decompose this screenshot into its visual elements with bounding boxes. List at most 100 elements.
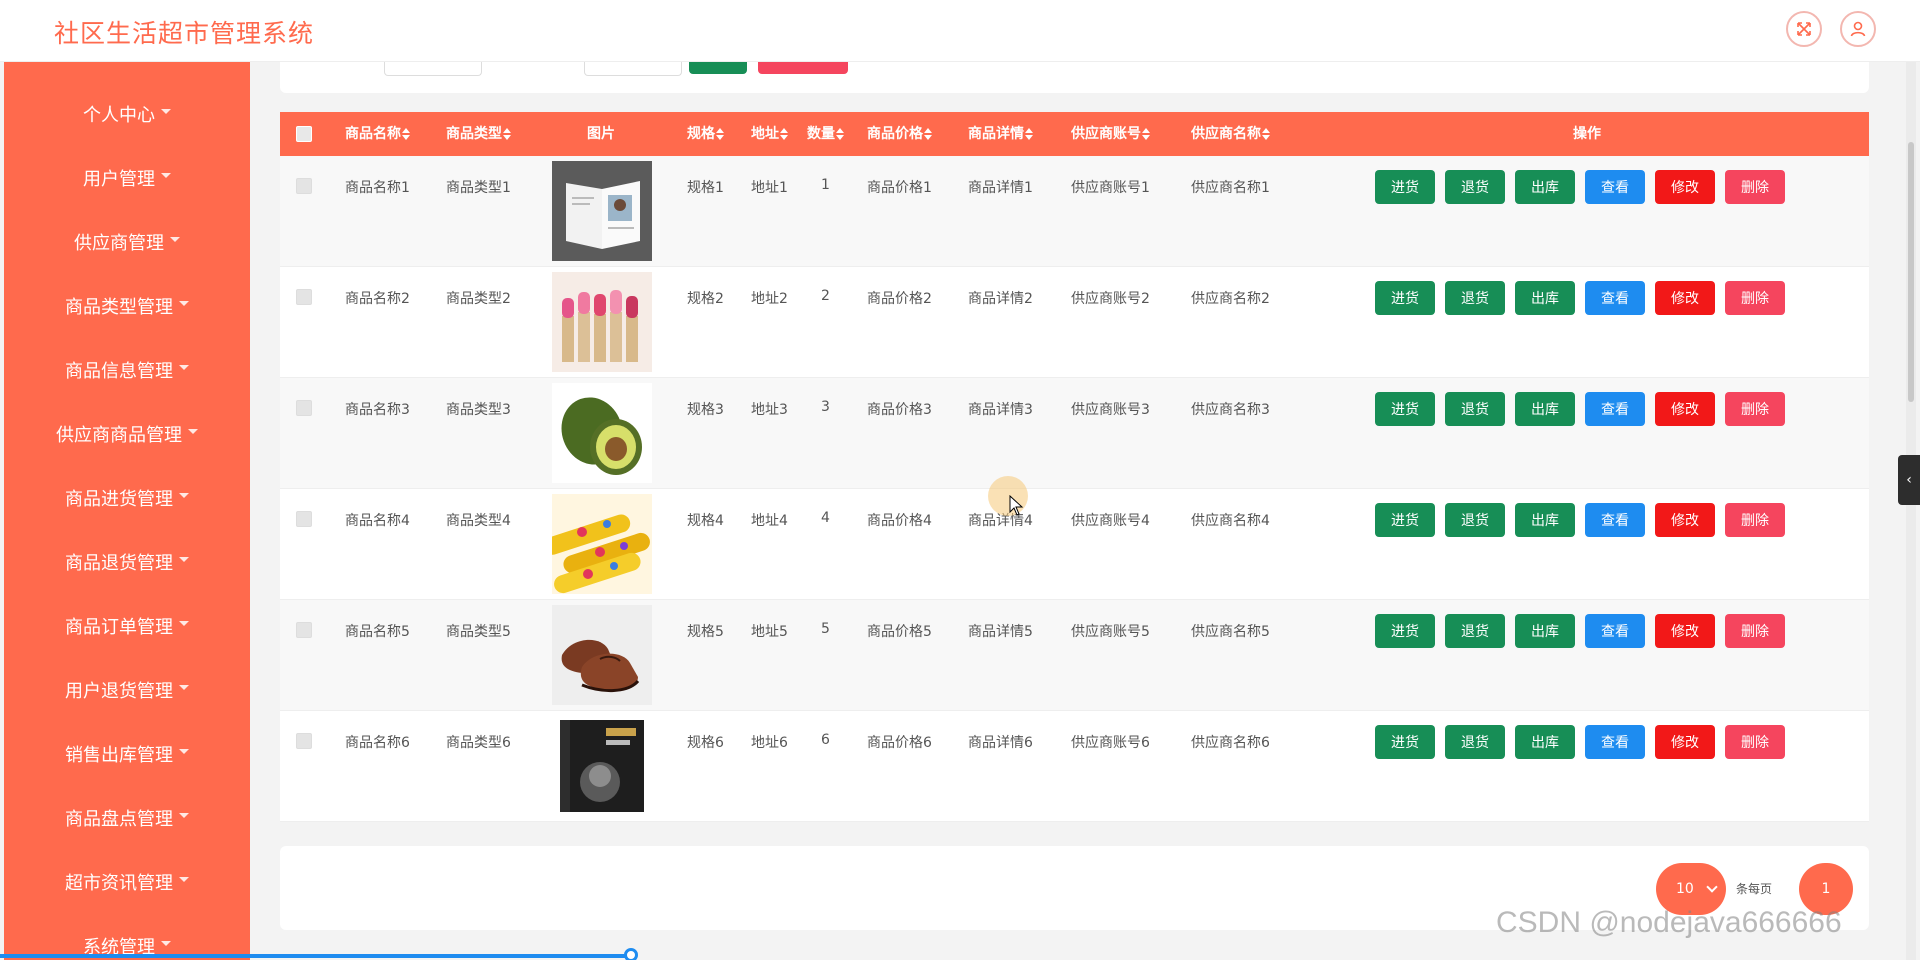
sidebar-item-purchases[interactable]: 商品进货管理 bbox=[4, 478, 250, 518]
row-checkbox[interactable] bbox=[296, 400, 312, 416]
row-checkbox[interactable] bbox=[296, 178, 312, 194]
return-button[interactable]: 退货 bbox=[1445, 392, 1505, 426]
chevron-left-icon: ‹ bbox=[1906, 472, 1912, 488]
purchase-button[interactable]: 进货 bbox=[1375, 392, 1435, 426]
sidebar-item-product-info[interactable]: 商品信息管理 bbox=[4, 350, 250, 390]
outbound-button[interactable]: 出库 bbox=[1515, 503, 1575, 537]
return-button[interactable]: 退货 bbox=[1445, 725, 1505, 759]
select-all-checkbox[interactable] bbox=[296, 126, 312, 142]
view-button[interactable]: 查看 bbox=[1585, 392, 1645, 426]
view-button[interactable]: 查看 bbox=[1585, 614, 1645, 648]
cell-spec: 规格2 bbox=[687, 291, 724, 307]
product-table: 商品名称 商品类型 图片 规格 地址 数量 商品价格 商品详情 供应商账号 供应… bbox=[280, 112, 1869, 822]
col-header-type[interactable]: 商品类型 bbox=[446, 112, 511, 156]
col-header-price[interactable]: 商品价格 bbox=[867, 112, 932, 156]
view-button[interactable]: 查看 bbox=[1585, 503, 1645, 537]
outbound-button[interactable]: 出库 bbox=[1515, 614, 1575, 648]
edit-button[interactable]: 修改 bbox=[1655, 281, 1715, 315]
product-image-lipsticks[interactable] bbox=[552, 272, 652, 372]
view-button[interactable]: 查看 bbox=[1585, 281, 1645, 315]
sort-icon bbox=[503, 128, 511, 140]
cell-type: 商品类型6 bbox=[446, 735, 511, 751]
cell-price: 商品价格2 bbox=[867, 291, 932, 307]
delete-button[interactable]: 删除 bbox=[1725, 170, 1785, 204]
edit-button[interactable]: 修改 bbox=[1655, 392, 1715, 426]
row-checkbox[interactable] bbox=[296, 733, 312, 749]
sidebar-item-orders[interactable]: 商品订单管理 bbox=[4, 606, 250, 646]
progress-handle[interactable] bbox=[624, 948, 638, 960]
page-scrollbar[interactable] bbox=[1906, 62, 1916, 960]
cell-supplier-name: 供应商名称2 bbox=[1191, 291, 1270, 307]
fullscreen-button[interactable] bbox=[1786, 11, 1822, 47]
purchase-button[interactable]: 进货 bbox=[1375, 503, 1435, 537]
delete-button[interactable]: 删除 bbox=[1725, 281, 1785, 315]
sidebar-item-personal-center[interactable]: 个人中心 bbox=[4, 94, 250, 134]
edit-button[interactable]: 修改 bbox=[1655, 725, 1715, 759]
col-header-name[interactable]: 商品名称 bbox=[345, 112, 410, 156]
caret-down-icon bbox=[161, 108, 171, 114]
view-button[interactable]: 查看 bbox=[1585, 170, 1645, 204]
lipsticks-image bbox=[552, 272, 652, 372]
edit-button[interactable]: 修改 bbox=[1655, 170, 1715, 204]
cell-qty: 1 bbox=[821, 177, 830, 193]
cell-name: 商品名称4 bbox=[345, 513, 410, 529]
edit-button[interactable]: 修改 bbox=[1655, 614, 1715, 648]
cell-address: 地址1 bbox=[751, 180, 788, 196]
sidebar-item-label: 供应商商品管理 bbox=[56, 425, 182, 446]
col-header-detail[interactable]: 商品详情 bbox=[968, 112, 1033, 156]
cell-detail: 商品详情2 bbox=[968, 291, 1033, 307]
return-button[interactable]: 退货 bbox=[1445, 170, 1505, 204]
purchase-button[interactable]: 进货 bbox=[1375, 170, 1435, 204]
col-header-address[interactable]: 地址 bbox=[751, 112, 788, 156]
col-header-supplier-account[interactable]: 供应商账号 bbox=[1071, 112, 1150, 156]
collapse-panel-tab[interactable]: ‹ bbox=[1898, 455, 1920, 505]
view-button[interactable]: 查看 bbox=[1585, 725, 1645, 759]
col-header-qty[interactable]: 数量 bbox=[807, 112, 844, 156]
return-button[interactable]: 退货 bbox=[1445, 281, 1505, 315]
video-progress-bar[interactable] bbox=[0, 954, 630, 958]
sidebar-item-product-types[interactable]: 商品类型管理 bbox=[4, 286, 250, 326]
outbound-button[interactable]: 出库 bbox=[1515, 170, 1575, 204]
sidebar-item-inventory[interactable]: 商品盘点管理 bbox=[4, 798, 250, 838]
sidebar-item-suppliers[interactable]: 供应商管理 bbox=[4, 222, 250, 262]
sidebar-item-product-returns[interactable]: 商品退货管理 bbox=[4, 542, 250, 582]
col-header-spec[interactable]: 规格 bbox=[687, 112, 724, 156]
cell-supplier-name: 供应商名称3 bbox=[1191, 402, 1270, 418]
sidebar-item-users[interactable]: 用户管理 bbox=[4, 158, 250, 198]
col-header-supplier-name[interactable]: 供应商名称 bbox=[1191, 112, 1270, 156]
return-button[interactable]: 退货 bbox=[1445, 503, 1505, 537]
delete-button[interactable]: 删除 bbox=[1725, 614, 1785, 648]
scroll-thumb[interactable] bbox=[1908, 142, 1914, 402]
delete-button[interactable]: 删除 bbox=[1725, 725, 1785, 759]
chevron-down-icon bbox=[1706, 881, 1718, 893]
caret-down-icon bbox=[179, 556, 189, 562]
sidebar-item-news[interactable]: 超市资讯管理 bbox=[4, 862, 250, 902]
outbound-button[interactable]: 出库 bbox=[1515, 725, 1575, 759]
sidebar-item-user-returns[interactable]: 用户退货管理 bbox=[4, 670, 250, 710]
caret-down-icon bbox=[179, 300, 189, 306]
table-row: 商品名称3 商品类型3 规格3 地址3 3 商品价格3 商品详情3 供应商账号3… bbox=[280, 378, 1869, 489]
delete-button[interactable]: 删除 bbox=[1725, 503, 1785, 537]
row-checkbox[interactable] bbox=[296, 289, 312, 305]
purchase-button[interactable]: 进货 bbox=[1375, 614, 1435, 648]
purchase-button[interactable]: 进货 bbox=[1375, 281, 1435, 315]
row-checkbox[interactable] bbox=[296, 511, 312, 527]
outbound-button[interactable]: 出库 bbox=[1515, 281, 1575, 315]
delete-button[interactable]: 删除 bbox=[1725, 392, 1785, 426]
product-image-candy-tubes[interactable] bbox=[552, 494, 652, 594]
return-button[interactable]: 退货 bbox=[1445, 614, 1505, 648]
product-image-leather-shoes[interactable] bbox=[552, 605, 652, 705]
cell-qty: 4 bbox=[821, 510, 830, 526]
product-image-magazine[interactable] bbox=[552, 161, 652, 261]
purchase-button[interactable]: 进货 bbox=[1375, 725, 1435, 759]
sidebar-item-supplier-products[interactable]: 供应商商品管理 bbox=[4, 414, 250, 454]
outbound-button[interactable]: 出库 bbox=[1515, 392, 1575, 426]
sidebar-item-sales-outbound[interactable]: 销售出库管理 bbox=[4, 734, 250, 774]
sort-icon bbox=[716, 128, 724, 140]
user-button[interactable] bbox=[1840, 11, 1876, 47]
cell-supplier-name: 供应商名称1 bbox=[1191, 180, 1270, 196]
row-checkbox[interactable] bbox=[296, 622, 312, 638]
product-image-avocado[interactable] bbox=[552, 383, 652, 483]
edit-button[interactable]: 修改 bbox=[1655, 503, 1715, 537]
product-image-book-cover[interactable] bbox=[552, 716, 652, 816]
